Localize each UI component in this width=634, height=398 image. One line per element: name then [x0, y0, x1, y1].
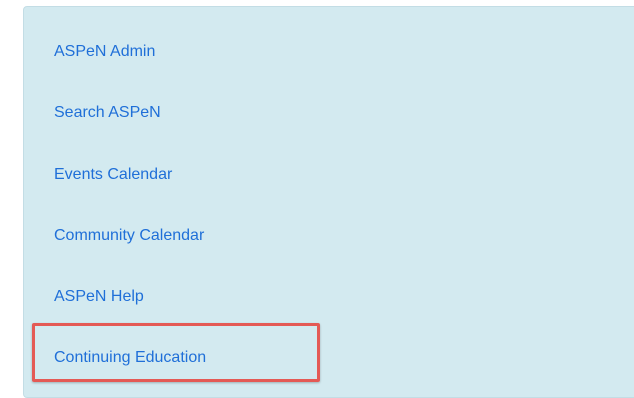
sidebar-link-community-calendar[interactable]: Community Calendar — [54, 226, 204, 246]
sidebar-link-aspen-help[interactable]: ASPeN Help — [54, 287, 144, 307]
sidebar-link-aspen-admin[interactable]: ASPeN Admin — [54, 42, 155, 62]
highlight-annotation-box — [32, 323, 320, 382]
sidebar-panel: ASPeN Admin Search ASPeN Events Calendar… — [23, 6, 634, 398]
sidebar-link-events-calendar[interactable]: Events Calendar — [54, 165, 172, 185]
sidebar-link-search-aspen[interactable]: Search ASPeN — [54, 103, 161, 123]
